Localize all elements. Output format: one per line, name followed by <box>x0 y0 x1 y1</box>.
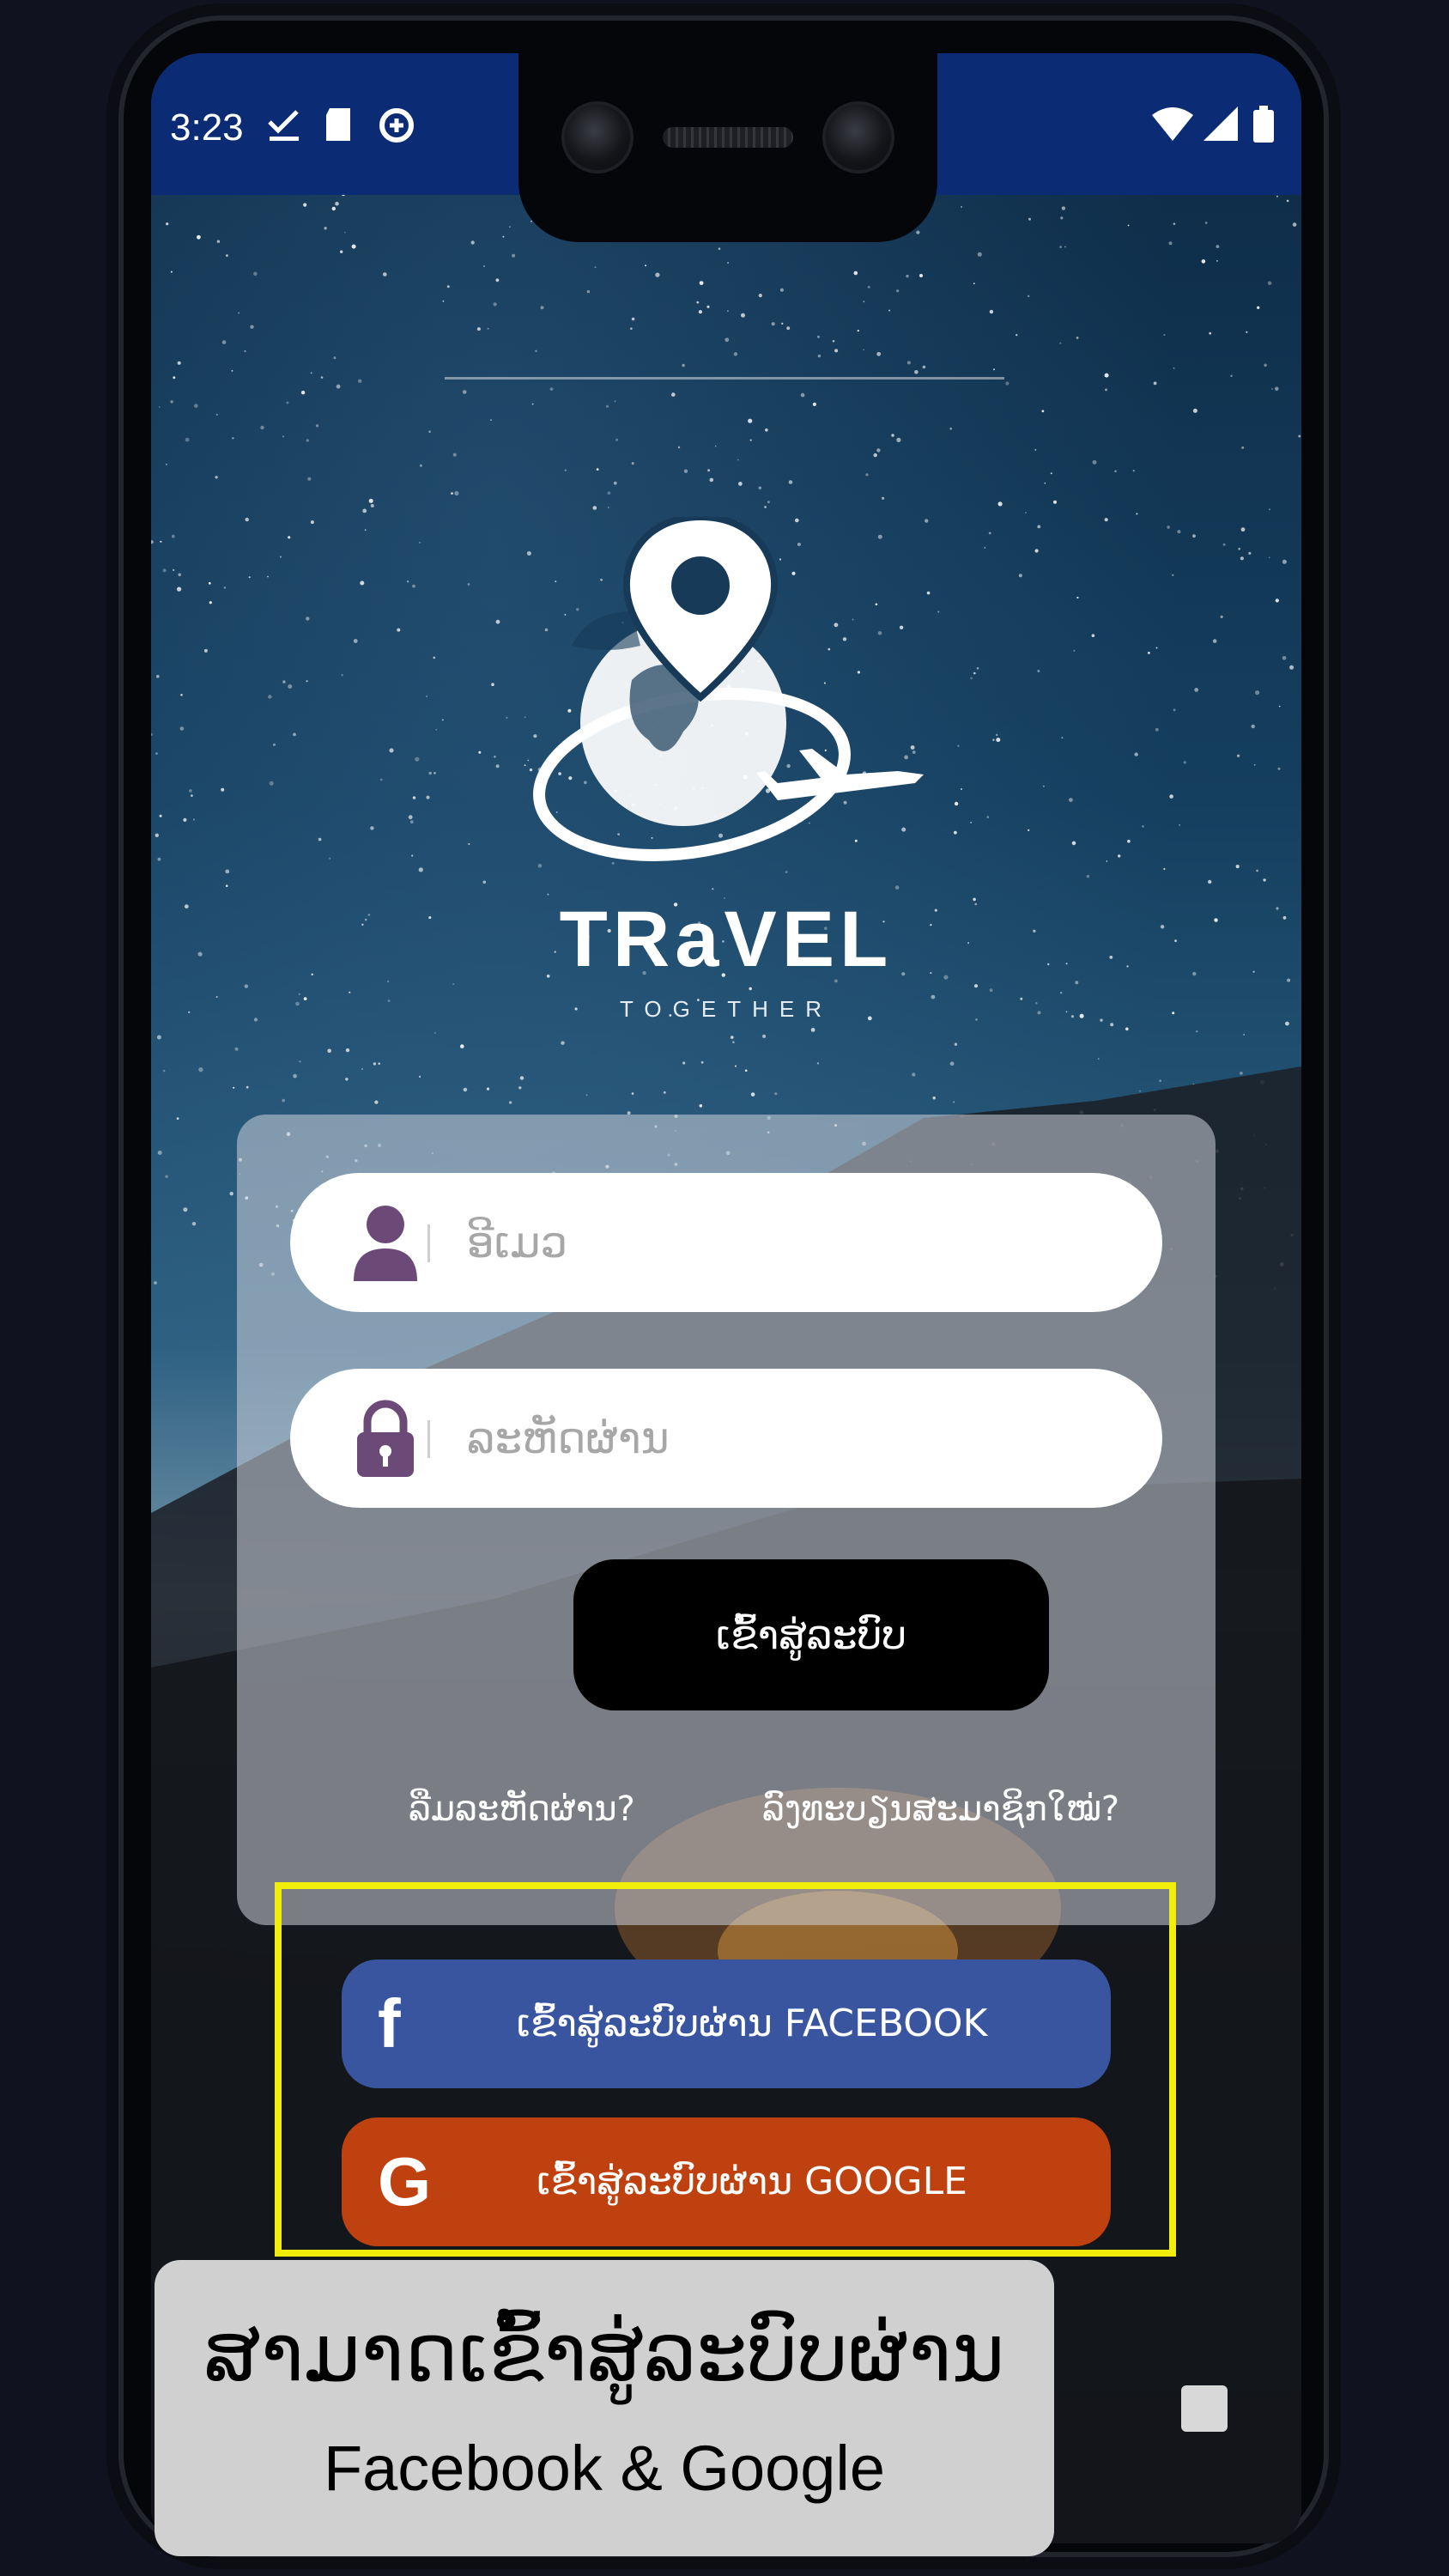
brand-name: TRaVEL <box>559 896 894 983</box>
username-placeholder: ອີເມວ <box>467 1218 568 1267</box>
login-card: ອີເມວ ລະຫັດຜ່ານ ເຂົ້າສູ່ລະບົບ ລືມລະຫັດຜ່… <box>237 1115 1216 1925</box>
sd-card-icon <box>323 105 357 153</box>
field-separator <box>427 1224 430 1262</box>
caption-line-english: Facebook & Google <box>323 2433 886 2504</box>
forgot-password-link[interactable]: ລືມລະຫັດຜ່ານ? <box>409 1789 635 1829</box>
google-login-label: ເຂົ້າສູ່ລະບົບຜ່ານ GOOGLE <box>537 2160 967 2203</box>
caption-box: ສາມາດເຂົ້າສູ່ລະບົບຜ່ານ Facebook & Google <box>155 2260 1054 2556</box>
top-divider <box>445 377 1004 380</box>
earpiece-speaker <box>663 127 793 148</box>
nav-home-button[interactable] <box>1181 2385 1228 2432</box>
check-icon <box>264 105 304 153</box>
brand-tagline: TOGETHER <box>620 996 833 1022</box>
lock-icon <box>357 1400 414 1477</box>
data-saver-icon <box>376 105 417 155</box>
status-time: 3:23 <box>170 106 244 149</box>
user-icon <box>354 1206 417 1281</box>
google-login-button[interactable]: G ເຂົ້າສູ່ລະບົບຜ່ານ GOOGLE <box>342 2117 1111 2246</box>
wifi-icon <box>1150 105 1195 151</box>
camera-notch <box>518 53 937 242</box>
front-camera-left <box>565 105 630 170</box>
battery-icon <box>1252 105 1276 153</box>
travel-logo-icon <box>533 517 924 861</box>
register-link[interactable]: ລົງທະບຽນສະມາຊິກໃໝ່? <box>762 1789 1119 1829</box>
login-button[interactable]: ເຂົ້າສູ່ລະບົບ <box>573 1559 1049 1710</box>
password-field[interactable]: ລະຫັດຜ່ານ <box>290 1369 1162 1508</box>
password-placeholder: ລະຫັດຜ່ານ <box>467 1413 670 1463</box>
facebook-login-label: ເຂົ້າສູ່ລະບົບຜ່ານ FACEBOOK <box>516 2002 988 2045</box>
username-field[interactable]: ອີເມວ <box>290 1173 1162 1312</box>
facebook-login-button[interactable]: f ເຂົ້າສູ່ລະບົບຜ່ານ FACEBOOK <box>342 1959 1111 2088</box>
signal-icon <box>1200 105 1240 151</box>
caption-line-lao: ສາມາດເຂົ້າສູ່ລະບົບຜ່ານ <box>203 2306 1005 2400</box>
field-separator <box>427 1420 430 1458</box>
front-camera-right <box>826 105 891 170</box>
